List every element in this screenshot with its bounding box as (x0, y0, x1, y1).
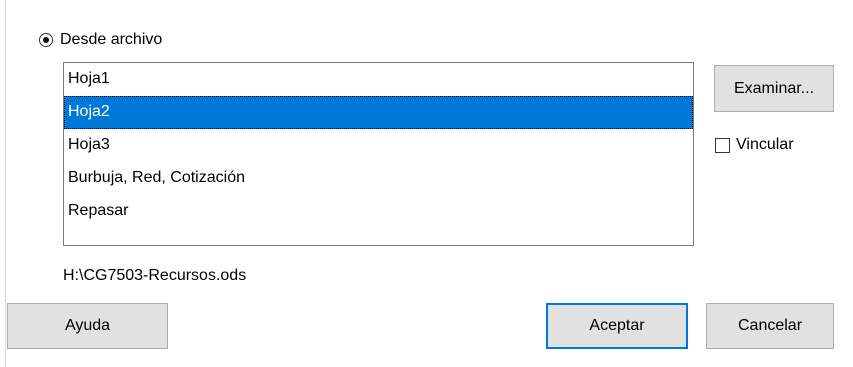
sheet-list[interactable]: Hoja1 Hoja2 Hoja3 Burbuja, Red, Cotizaci… (63, 62, 694, 246)
help-button[interactable]: Ayuda (7, 303, 168, 349)
from-file-radio-option[interactable]: Desde archivo (39, 29, 162, 51)
from-file-radio[interactable] (39, 33, 53, 47)
from-file-radio-label: Desde archivo (60, 31, 163, 48)
file-path-label: H:\CG7503-Recursos.ods (63, 267, 247, 284)
link-checkbox-option[interactable]: Vincular (715, 134, 794, 156)
sheet-list-item[interactable]: Repasar (64, 195, 693, 228)
sheet-list-item-selected[interactable]: Hoja2 (64, 96, 693, 129)
link-checkbox[interactable] (715, 137, 730, 153)
sheet-list-item[interactable]: Hoja3 (64, 129, 693, 162)
ok-button[interactable]: Aceptar (546, 303, 688, 349)
dialog-left-border (5, 0, 6, 367)
radio-selected-dot (42, 36, 49, 43)
sheet-list-item[interactable]: Hoja1 (64, 63, 693, 96)
cancel-button[interactable]: Cancelar (706, 303, 834, 349)
link-checkbox-label: Vincular (736, 136, 794, 153)
browse-button[interactable]: Examinar... (714, 65, 834, 112)
sheet-list-item[interactable]: Burbuja, Red, Cotización (64, 162, 693, 195)
